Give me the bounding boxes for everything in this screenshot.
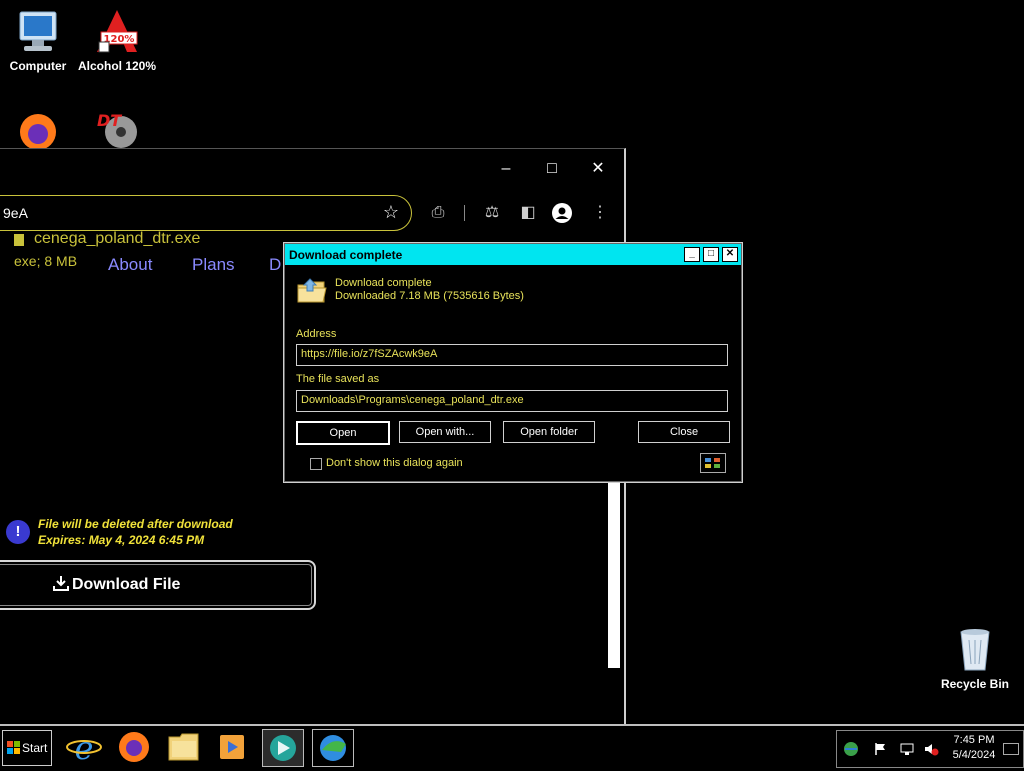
download-icon <box>52 574 70 597</box>
file-name: cenega_poland_dtr.exe <box>34 230 201 247</box>
svg-text:e: e <box>75 729 94 765</box>
warning-line-2: Expires: May 4, 2024 6:45 PM <box>38 533 205 547</box>
internet-explorer-icon: e <box>66 729 102 767</box>
address-field[interactable]: https://file.io/z7fSZAcwk9eA <box>296 344 728 366</box>
taskbar-active-app[interactable] <box>262 729 304 767</box>
maximize-button[interactable]: □ <box>540 159 564 179</box>
address-label: Address <box>296 328 337 340</box>
saved-as-label: The file saved as <box>296 373 380 385</box>
download-file-button[interactable]: Download File <box>0 560 316 610</box>
desktop-icon-recycle-bin[interactable]: Recycle Bin <box>935 626 1015 691</box>
warning-line-1: File will be deleted after download <box>38 517 233 531</box>
desktop-icon-label: Recycle Bin <box>940 677 1010 691</box>
download-warning: File will be deleted after download Expi… <box>38 516 233 548</box>
show-desktop-button[interactable] <box>1003 743 1019 755</box>
close-button[interactable]: ✕ <box>586 159 610 179</box>
dialog-options-button[interactable] <box>700 453 726 473</box>
saved-as-field[interactable]: Downloads\Programs\cenega_poland_dtr.exe <box>296 390 728 412</box>
dont-show-checkbox[interactable] <box>310 458 322 470</box>
folder-download-icon <box>296 275 328 312</box>
computer-icon <box>14 8 62 56</box>
action-center-flag-icon[interactable] <box>873 741 889 762</box>
download-file-label: Download File <box>72 576 181 593</box>
dont-show-label: Don't show this dialog again <box>326 457 463 469</box>
open-with-button[interactable]: Open with... <box>399 421 491 443</box>
file-meta: exe; 8 MB <box>14 253 78 269</box>
open-button[interactable]: Open <box>296 421 390 445</box>
side-panel-icon[interactable]: ◧ <box>518 203 538 223</box>
active-app-icon <box>270 735 296 761</box>
bookmark-star-icon[interactable]: ☆ <box>383 202 399 223</box>
taskbar-clock[interactable]: 7:45 PM 5/4/2024 <box>943 733 1005 763</box>
start-button[interactable]: Start <box>2 730 52 766</box>
alcohol-120-icon: 120% <box>93 8 141 56</box>
clock-date: 5/4/2024 <box>952 749 996 761</box>
download-complete-dialog: Download complete _ □ ✕ Download complet… <box>283 242 743 483</box>
download-manager-icon <box>320 735 346 761</box>
dialog-close-button[interactable]: ✕ <box>722 247 738 262</box>
windows-logo-icon <box>7 741 20 754</box>
browser-title-bar: – □ ✕ <box>0 149 624 189</box>
taskbar: Start e 7:45 PM 5/4/2024 <box>0 724 1024 770</box>
extensions-icon[interactable]: ⎙ <box>428 203 448 223</box>
media-player-icon <box>220 735 244 759</box>
network-globe-icon[interactable] <box>843 741 859 762</box>
volume-muted-icon[interactable] <box>923 741 939 762</box>
network-status-icon[interactable] <box>899 741 915 762</box>
address-value: https://file.io/z7fSZAcwk9eA <box>301 348 438 360</box>
download-size: Downloaded 7.18 MB (7535616 Bytes) <box>335 290 524 302</box>
address-bar[interactable]: 9eA ☆ <box>0 195 412 231</box>
svg-text:DT: DT <box>97 111 122 130</box>
taskbar-file-explorer[interactable] <box>164 729 204 765</box>
minimize-button[interactable]: – <box>494 159 518 179</box>
taskbar-media-player[interactable] <box>212 729 252 765</box>
system-tray: 7:45 PM 5/4/2024 <box>836 730 1024 768</box>
dialog-maximize-button[interactable]: □ <box>703 247 719 262</box>
dialog-title-bar: Download complete _ □ ✕ <box>285 244 741 265</box>
address-bar-text: 9eA <box>3 205 28 221</box>
nav-link-about[interactable]: About <box>108 255 152 275</box>
page-scrollbar[interactable] <box>608 482 620 668</box>
toolbar-divider <box>464 205 465 221</box>
open-folder-button[interactable]: Open folder <box>503 421 595 443</box>
menu-kebab-icon[interactable]: ⋮ <box>590 203 610 223</box>
warning-icon: ! <box>6 520 30 544</box>
clock-time: 7:45 PM <box>953 734 995 746</box>
file-icon <box>14 234 24 246</box>
nav-link-plans[interactable]: Plans <box>192 255 235 275</box>
dialog-title: Download complete <box>289 248 403 262</box>
folder-icon <box>168 733 199 761</box>
grid-options-icon <box>705 458 720 468</box>
dialog-minimize-button[interactable]: _ <box>684 247 700 262</box>
nav-link-partial[interactable]: D <box>269 255 281 275</box>
taskbar-internet-explorer[interactable]: e <box>64 729 104 767</box>
recycle-bin-icon <box>951 626 999 674</box>
profile-icon[interactable] <box>552 203 572 223</box>
labs-flask-icon[interactable]: ⚖ <box>482 203 502 223</box>
desktop-icon-computer[interactable]: Computer <box>0 8 78 73</box>
taskbar-firefox[interactable] <box>114 729 154 765</box>
desktop-icon-label: Alcohol 120% <box>77 59 157 73</box>
download-status: Download complete <box>335 277 432 289</box>
desktop-icon-alcohol[interactable]: 120% Alcohol 120% <box>77 8 157 73</box>
start-label: Start <box>22 741 48 755</box>
taskbar-download-manager[interactable] <box>312 729 354 767</box>
firefox-icon <box>119 732 149 762</box>
close-dialog-button[interactable]: Close <box>638 421 730 443</box>
desktop-icon-label: Computer <box>9 59 67 73</box>
saved-as-value: Downloads\Programs\cenega_poland_dtr.exe <box>301 394 524 406</box>
